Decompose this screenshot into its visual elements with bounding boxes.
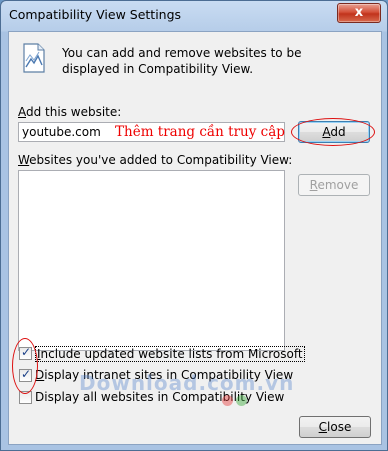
close-icon: x [354, 5, 364, 20]
watermark: Download.com.vn [79, 371, 295, 395]
website-input[interactable]: youtube.com Thêm trang cần truy cập [18, 122, 285, 142]
add-website-label: Add this website: [18, 105, 122, 119]
watermark-dot [222, 395, 233, 406]
remove-button[interactable]: Remove [298, 174, 370, 196]
close-button[interactable]: Close [299, 416, 371, 438]
websites-listbox[interactable] [18, 170, 285, 351]
add-button-highlight [291, 118, 375, 146]
checkbox-label: Include updated website lists from Micro… [35, 346, 305, 362]
title-bar[interactable]: Compatibility View Settings x [1, 1, 387, 29]
window-title: Compatibility View Settings [9, 7, 182, 22]
header-description: You can add and remove websites to be di… [62, 46, 302, 76]
window-close-button[interactable]: x [337, 3, 381, 23]
compatibility-view-icon [23, 43, 45, 73]
watermark-dot [236, 395, 247, 406]
website-input-value: youtube.com [22, 125, 101, 139]
dialog-body: You can add and remove websites to be di… [8, 31, 382, 445]
dialog-window: Compatibility View Settings x You can ad… [0, 0, 388, 451]
websites-list-label: Websites you've added to Compatibility V… [18, 153, 293, 167]
annotation-text: Thêm trang cần truy cập [115, 124, 285, 140]
checkbox-highlight [12, 338, 38, 394]
